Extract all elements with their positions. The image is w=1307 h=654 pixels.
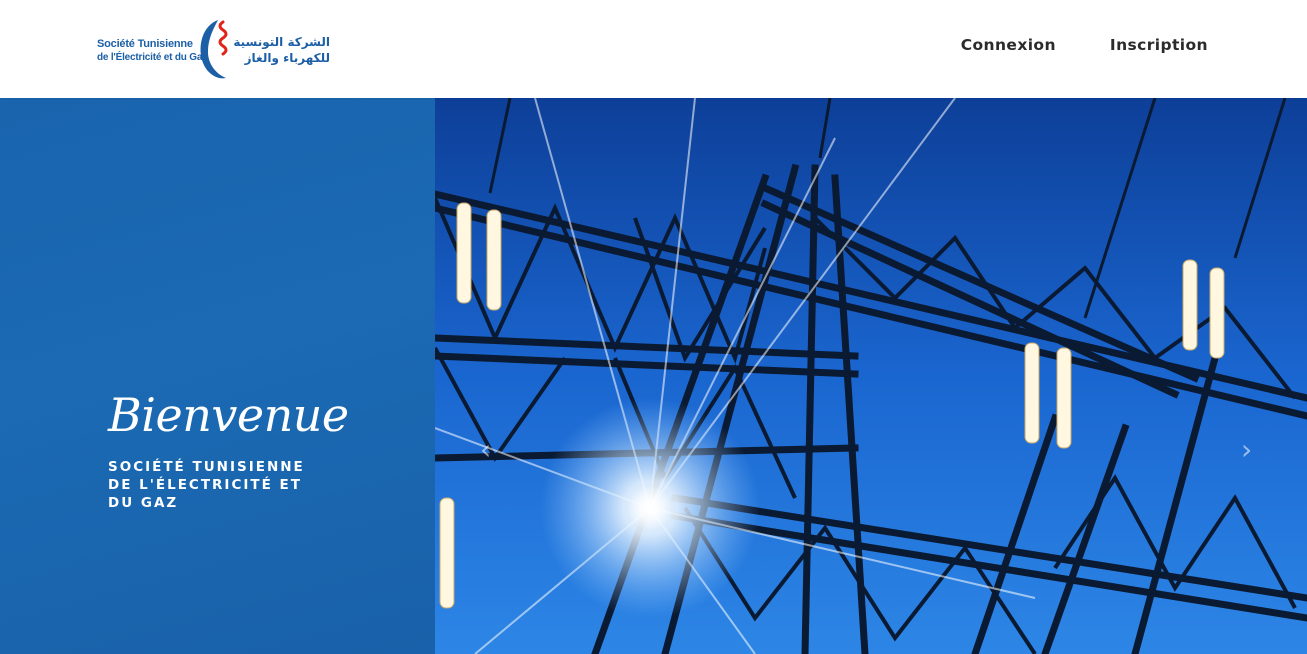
steg-emblem-icon [200, 20, 228, 79]
login-link[interactable]: Connexion [961, 36, 1056, 54]
hero-text-panel: Bienvenue SOCIÉTÉ TUNISIENNE DE L'ÉLECTR… [0, 98, 435, 654]
main-nav: Connexion Inscription [961, 36, 1208, 54]
logo-text-ar-line2: للكهرباء والغاز [244, 51, 330, 65]
hero-banner: Bienvenue SOCIÉTÉ TUNISIENNE DE L'ÉLECTR… [0, 98, 1307, 654]
logo-text-fr-line2: de l'Électricité et du Gaz [97, 52, 207, 63]
site-header: Société Tunisienne de l'Électricité et d… [0, 0, 1307, 98]
carousel-prev-button[interactable]: ‹ [480, 436, 500, 464]
register-link[interactable]: Inscription [1110, 36, 1208, 54]
logo-text-fr-line1: Société Tunisienne [97, 38, 193, 50]
steg-logo[interactable]: Société Tunisienne de l'Électricité et d… [96, 14, 336, 84]
company-name: SOCIÉTÉ TUNISIENNE DE L'ÉLECTRICITÉ ET D… [108, 459, 305, 511]
electricity-pylon-image [435, 98, 1307, 654]
logo-text-ar-line1: الشركة التونسية [233, 35, 330, 49]
carousel-next-button[interactable]: › [1241, 436, 1261, 464]
welcome-heading: Bienvenue [108, 388, 349, 442]
